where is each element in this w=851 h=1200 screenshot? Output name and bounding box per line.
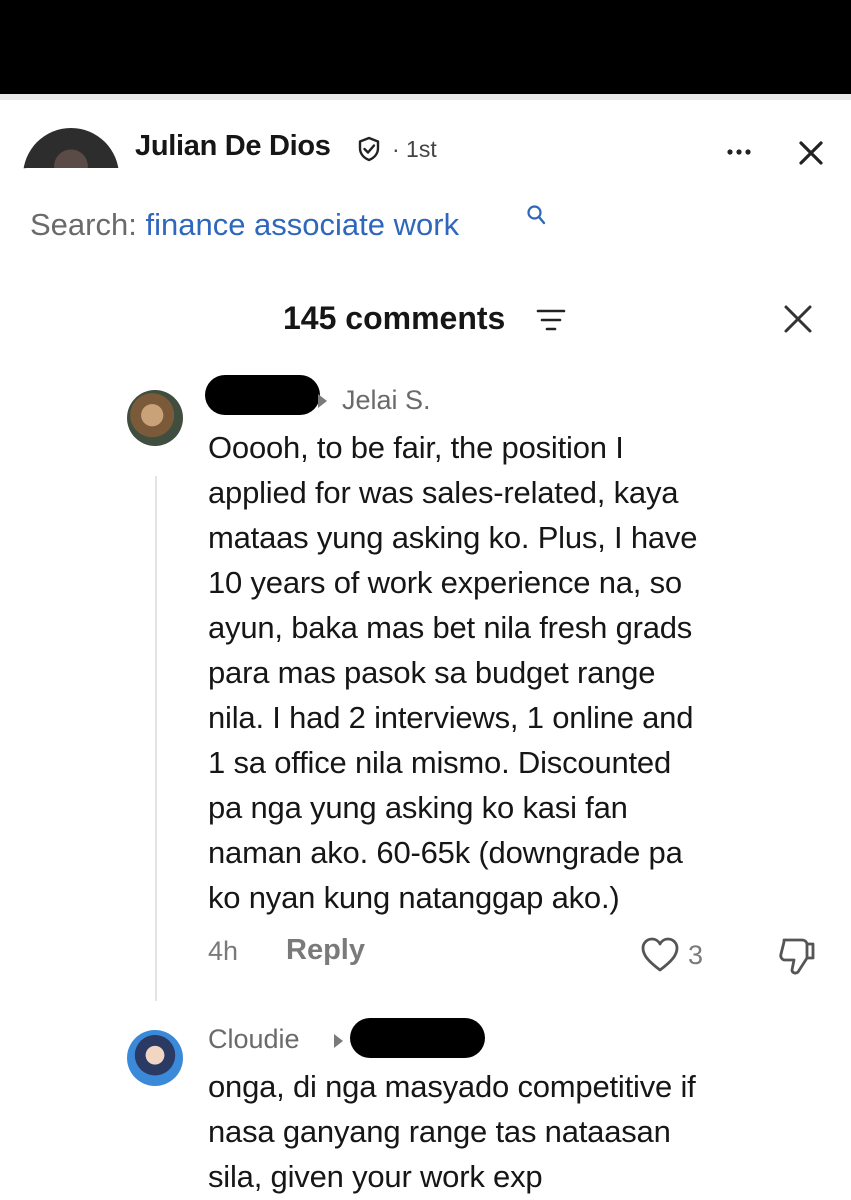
close-icon[interactable] [795, 137, 827, 169]
search-term-link[interactable]: finance associate work [145, 207, 459, 242]
comment-timestamp: 4h [208, 936, 239, 966]
comment-body: Ooooh, to be fair, the position I applie… [208, 430, 698, 915]
commenter-avatar[interactable] [127, 390, 183, 446]
author-name[interactable]: Julian De Dios [135, 130, 331, 163]
reply-arrow-icon [334, 1034, 343, 1048]
search-icon [527, 205, 546, 225]
redacted-name [350, 1018, 485, 1058]
like-count: 3 [688, 940, 704, 970]
reply-button[interactable]: Reply [286, 934, 365, 967]
filter-icon[interactable] [536, 307, 566, 333]
divider [0, 94, 851, 100]
search-suggestion[interactable]: Search: finance associate work [30, 207, 459, 243]
verified-shield-icon [358, 136, 380, 162]
heart-icon[interactable] [640, 936, 680, 974]
commenter-name[interactable]: Cloudie [208, 1024, 300, 1055]
reply-to-name[interactable]: Jelai S. [342, 385, 431, 416]
connection-degree: · 1st [392, 136, 437, 162]
more-options-icon[interactable] [724, 140, 754, 164]
thread-line [155, 476, 157, 1001]
redacted-name [205, 375, 320, 415]
search-label: Search: [30, 207, 137, 242]
thumbs-down-icon[interactable] [776, 936, 818, 976]
commenter-avatar[interactable] [127, 1030, 183, 1086]
status-bar [0, 0, 851, 94]
comments-count-title: 145 comments [283, 300, 506, 336]
close-comments-icon[interactable] [781, 302, 815, 336]
reply-arrow-icon [318, 394, 327, 408]
comment-body: onga, di nga masyado competitive if nasa… [208, 1069, 696, 1194]
